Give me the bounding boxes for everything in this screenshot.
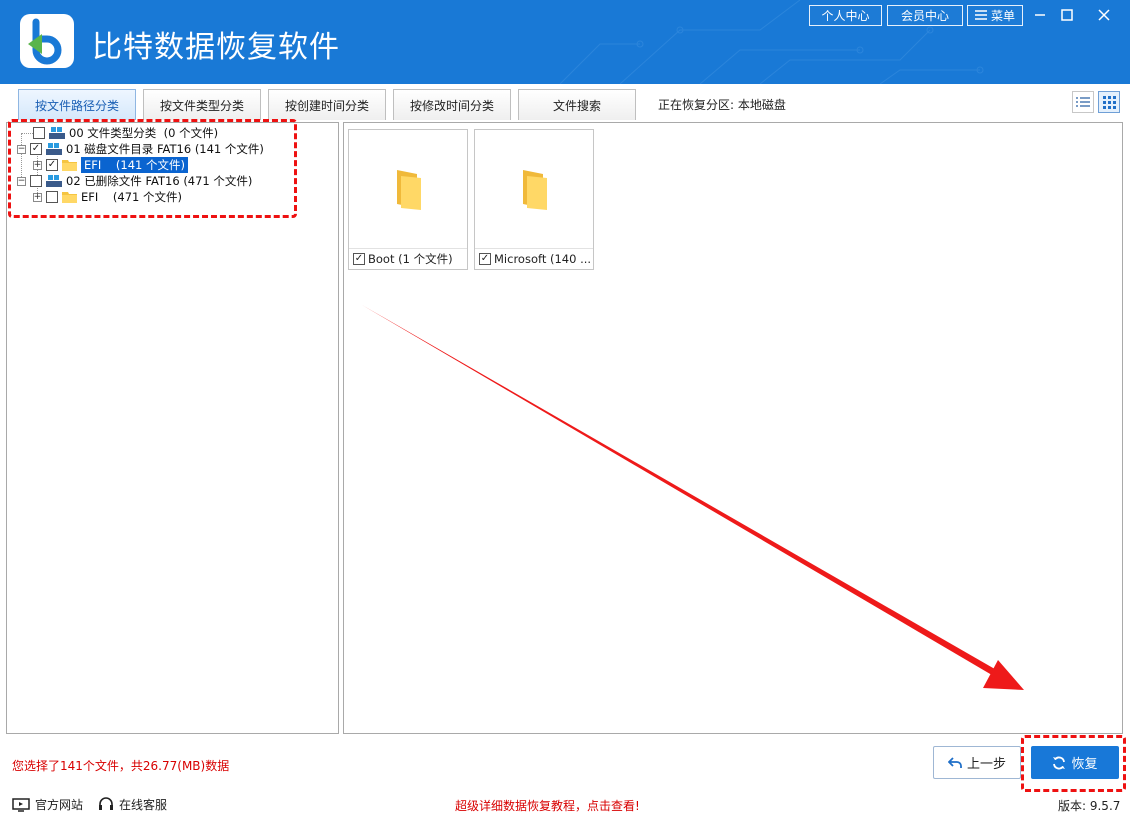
folder-label: Microsoft (140 ...: [494, 252, 592, 266]
tab-by-modify-time[interactable]: 按修改时间分类: [393, 89, 511, 120]
menu-button[interactable]: 菜单: [967, 5, 1023, 26]
app-logo: [20, 14, 74, 68]
folder-caption: ✓ Microsoft (140 ...: [475, 248, 593, 269]
menu-icon: [974, 9, 987, 23]
tab-file-search[interactable]: 文件搜索: [518, 89, 636, 120]
folder-caption: ✓ Boot (1 个文件): [349, 248, 467, 269]
folder-checkbox[interactable]: ✓: [479, 253, 491, 265]
close-button[interactable]: [1091, 4, 1117, 26]
official-website-label: 官方网站: [35, 798, 84, 812]
folder-card-microsoft[interactable]: ✓ Microsoft (140 ...: [474, 129, 594, 270]
selection-summary: 您选择了141个文件，共26.77(MB)数据: [12, 759, 230, 773]
version-label: 版本: 9.5.7: [1058, 799, 1121, 813]
online-support-label: 在线客服: [119, 798, 168, 812]
official-website-link[interactable]: 官方网站: [12, 796, 83, 813]
tab-by-type[interactable]: 按文件类型分类: [143, 89, 261, 120]
list-view-button[interactable]: [1072, 91, 1094, 113]
recovering-partition-label: 正在恢复分区: 本地磁盘: [658, 98, 786, 112]
back-arrow-icon: [947, 756, 962, 768]
minimize-icon: [1035, 14, 1045, 16]
folder-icon: [523, 170, 547, 210]
tab-by-create-time[interactable]: 按创建时间分类: [268, 89, 386, 120]
monitor-icon: [12, 797, 30, 812]
minimize-button[interactable]: [1027, 4, 1053, 26]
folder-checkbox[interactable]: ✓: [353, 253, 365, 265]
maximize-icon: [1061, 9, 1073, 21]
folder-label: Boot (1 个文件): [368, 252, 453, 266]
folder-thumbnail: [475, 130, 593, 248]
list-view-icon: [1076, 97, 1090, 107]
folder-icon: [397, 170, 421, 210]
grid-view-icon: [1102, 95, 1116, 109]
app-title: 比特数据恢复软件: [92, 30, 340, 65]
online-support-link[interactable]: 在线客服: [98, 796, 167, 813]
tab-row: 按文件路径分类 按文件类型分类 按创建时间分类 按修改时间分类 文件搜索 正在恢…: [0, 84, 1130, 120]
previous-step-label: 上一步: [966, 757, 1006, 772]
personal-center-button[interactable]: 个人中心: [809, 5, 882, 26]
folder-card-boot[interactable]: ✓ Boot (1 个文件): [348, 129, 468, 270]
file-grid-panel[interactable]: ✓ Boot (1 个文件) ✓ Microsoft (140 ...: [343, 122, 1123, 734]
personal-center-label: 个人中心: [821, 9, 870, 23]
headset-icon: [99, 797, 113, 810]
grid-view-button[interactable]: [1098, 91, 1120, 113]
menu-label: 菜单: [990, 9, 1015, 23]
member-center-label: 会员中心: [900, 9, 949, 23]
tutorial-link[interactable]: 超级详细数据恢复教程，点击查看!: [455, 797, 640, 814]
title-bar: 比特数据恢复软件 个人中心 会员中心 菜单: [0, 0, 1130, 84]
previous-step-button[interactable]: 上一步: [933, 746, 1021, 779]
close-icon: [1098, 9, 1110, 21]
restore-highlight-box: [1021, 735, 1126, 792]
member-center-button[interactable]: 会员中心: [887, 5, 963, 26]
maximize-button[interactable]: [1054, 4, 1080, 26]
tree-highlight-box: [8, 119, 297, 218]
folder-thumbnail: [349, 130, 467, 248]
tab-by-path[interactable]: 按文件路径分类: [18, 89, 136, 120]
